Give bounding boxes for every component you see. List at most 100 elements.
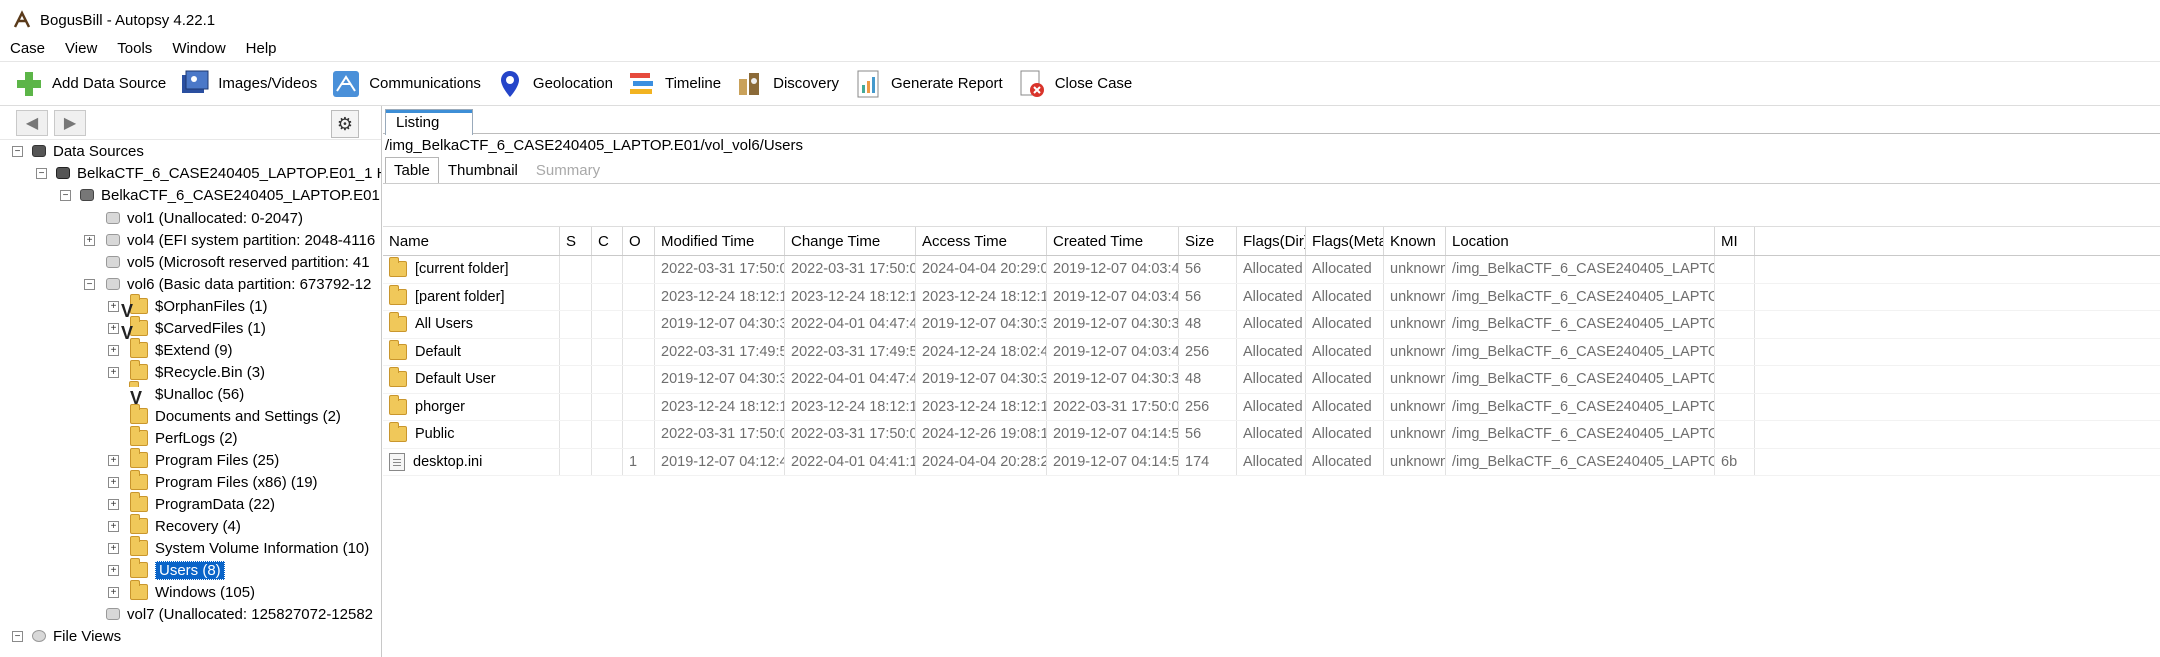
cell-text: [parent folder]	[415, 288, 505, 305]
column-header-o[interactable]: O	[623, 227, 655, 255]
tree-node-host[interactable]: BelkaCTF_6_CASE240405_LAPTOP.E01_1 Hos	[56, 162, 381, 184]
timeline-button[interactable]: Timeline	[627, 64, 721, 104]
tree-node-vol1[interactable]: vol1 (Unallocated: 0-2047)	[106, 207, 303, 229]
cell-flags-dir: Allocated	[1237, 283, 1306, 310]
column-header-access-time[interactable]: Access Time	[916, 227, 1047, 255]
collapse-toggle[interactable]: −	[60, 190, 71, 201]
expand-toggle[interactable]: +	[108, 301, 119, 312]
column-header-mime[interactable]: MI	[1715, 227, 1755, 255]
tree-node-folder[interactable]: Documents and Settings (2)	[130, 404, 341, 427]
cell-text: 2019-12-07 04:30:39 EST	[922, 371, 1046, 388]
cell-name: phorger	[383, 393, 560, 420]
column-header-change-time[interactable]: Change Time	[785, 227, 916, 255]
tab-table[interactable]: Table	[385, 157, 439, 183]
tree-node-image[interactable]: BelkaCTF_6_CASE240405_LAPTOP.E01	[80, 184, 380, 206]
folder-icon	[389, 394, 407, 415]
column-header-size[interactable]: Size	[1179, 227, 1237, 255]
column-header-flags-meta[interactable]: Flags(Meta)	[1306, 227, 1384, 255]
table-row[interactable]: All Users 2019-12-07 04:30:39 EST 2022-04-…	[383, 311, 2160, 339]
expand-toggle[interactable]: +	[84, 235, 95, 246]
column-header-location[interactable]: Location	[1446, 227, 1715, 255]
column-header-s[interactable]: S	[560, 227, 592, 255]
column-header-known[interactable]: Known	[1384, 227, 1446, 255]
add-data-source-icon	[17, 71, 41, 96]
expand-toggle[interactable]: +	[108, 477, 119, 488]
tree-node-folder[interactable]: V $OrphanFiles (1)	[121, 294, 268, 321]
cell-known: unknown	[1384, 338, 1446, 365]
column-header-flags-dir[interactable]: Flags(Dir)	[1237, 227, 1306, 255]
tree-node-folder[interactable]: V $Unalloc (56)	[129, 381, 244, 408]
expand-toggle[interactable]: +	[108, 367, 119, 378]
cell-text: 2023-12-24 18:12:13 EST	[791, 288, 915, 305]
table-row[interactable]: phorger 2023-12-24 18:12:13 EST 2023-12-24…	[383, 393, 2160, 421]
tree-node-file-views[interactable]: File Views	[32, 625, 121, 647]
close-case-button[interactable]: Close Case	[1017, 64, 1132, 104]
tree-node-users-selected[interactable]: Users (8)	[130, 558, 225, 581]
tab-thumbnail[interactable]: Thumbnail	[439, 157, 527, 183]
cell-text: Allocated	[1312, 343, 1372, 360]
menu-case[interactable]: Case	[0, 40, 55, 57]
column-header-c[interactable]: C	[592, 227, 623, 255]
expand-toggle[interactable]: +	[108, 345, 119, 356]
tree-node-data-sources[interactable]: Data Sources	[32, 140, 144, 162]
discovery-button[interactable]: Discovery	[735, 64, 839, 104]
column-header-created-time[interactable]: Created Time	[1047, 227, 1179, 255]
forward-button[interactable]: ▶	[54, 109, 86, 136]
tree-node-folder[interactable]: $Extend (9)	[130, 338, 233, 361]
table-row[interactable]: [parent folder] 2023-12-24 18:12:13 EST 20…	[383, 283, 2160, 311]
tree-node-folder[interactable]: V $CarvedFiles (1)	[121, 316, 266, 343]
tab-listing[interactable]: Listing	[385, 109, 473, 135]
geolocation-button[interactable]: Geolocation	[495, 64, 613, 104]
folder-icon	[130, 448, 148, 468]
expand-toggle[interactable]: +	[108, 521, 119, 532]
tree-node-folder[interactable]: $Recycle.Bin (3)	[130, 360, 265, 383]
cell-o	[623, 283, 655, 310]
add-data-source-button[interactable]: Add Data Source	[14, 64, 166, 104]
column-header-name[interactable]: Name	[383, 227, 560, 255]
tree-node-folder[interactable]: System Volume Information (10)	[130, 536, 369, 559]
tree-node-folder[interactable]: Program Files (25)	[130, 448, 279, 471]
cell-text: unknown	[1390, 426, 1446, 443]
expand-toggle[interactable]: +	[108, 499, 119, 510]
collapse-toggle[interactable]: −	[12, 146, 23, 157]
collapse-toggle[interactable]: −	[12, 631, 23, 642]
tree-node-folder[interactable]: PerfLogs (2)	[130, 426, 238, 449]
cell-mime	[1715, 283, 1755, 310]
tree-node-folder[interactable]: Recovery (4)	[130, 514, 241, 537]
expand-toggle[interactable]: +	[108, 565, 119, 576]
images-videos-button[interactable]: Images/Videos	[180, 64, 317, 104]
table-row[interactable]: Default User 2019-12-07 04:30:39 EST 2022-…	[383, 366, 2160, 394]
communications-button[interactable]: Communications	[331, 64, 481, 104]
table-row[interactable]: Public 2022-03-31 17:50:04 EDT 2022-03-31 …	[383, 421, 2160, 449]
menu-tools[interactable]: Tools	[107, 40, 162, 57]
tree-node-vol5[interactable]: vol5 (Microsoft reserved partition: 41	[106, 251, 370, 273]
menu-help[interactable]: Help	[236, 40, 287, 57]
table-row[interactable]: Default 2022-03-31 17:49:52 EDT 2022-03-31…	[383, 338, 2160, 366]
volume-icon	[106, 234, 120, 246]
settings-button[interactable]: ⚙	[331, 110, 359, 138]
tree-node-folder[interactable]: Program Files (x86) (19)	[130, 470, 318, 493]
table-row[interactable]: [current folder] 2022-03-31 17:50:02 EDT 2…	[383, 256, 2160, 284]
collapse-toggle[interactable]: −	[84, 279, 95, 290]
menu-window[interactable]: Window	[162, 40, 235, 57]
expand-toggle[interactable]: +	[108, 543, 119, 554]
tree-node-vol7[interactable]: vol7 (Unallocated: 125827072-12582	[106, 603, 373, 625]
expand-toggle[interactable]: +	[108, 587, 119, 598]
tree-node-folder[interactable]: ProgramData (22)	[130, 492, 275, 515]
generate-report-button[interactable]: Generate Report	[853, 64, 1003, 104]
expand-toggle[interactable]: +	[108, 323, 119, 334]
cell-text: Default	[415, 343, 461, 360]
tree-node-folder[interactable]: Windows (105)	[130, 580, 255, 603]
column-header-modified-time[interactable]: Modified Time	[655, 227, 785, 255]
expand-toggle[interactable]: +	[108, 455, 119, 466]
table-row[interactable]: desktop.ini 1 2019-12-07 04:12:42 EST 2022-…	[383, 448, 2160, 476]
menu-view[interactable]: View	[55, 40, 107, 57]
menu-bar: Case View Tools Window Help	[0, 36, 2160, 62]
cell-text: 256	[1185, 343, 1210, 360]
tree-node-vol4[interactable]: vol4 (EFI system partition: 2048-4116	[106, 229, 375, 251]
back-button[interactable]: ◀	[16, 109, 48, 136]
tree-node-vol6[interactable]: vol6 (Basic data partition: 673792-12	[106, 273, 371, 295]
collapse-toggle[interactable]: −	[36, 168, 47, 179]
cell-change-time: 2023-12-24 18:12:13 EST	[785, 283, 916, 310]
table-body: [current folder] 2022-03-31 17:50:02 EDT 2…	[383, 256, 2160, 476]
